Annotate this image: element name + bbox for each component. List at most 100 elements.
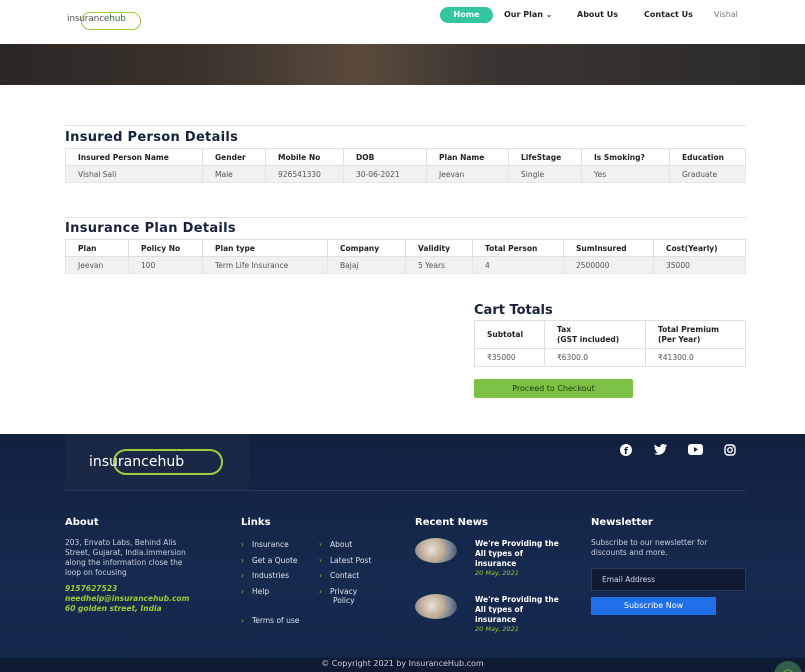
table-header: Gender xyxy=(202,148,266,166)
table-header: DOB xyxy=(343,148,427,166)
site-logo[interactable]: insurancehub xyxy=(67,12,141,30)
table-header: Education xyxy=(669,148,746,166)
footer-links-heading: Links xyxy=(241,517,271,528)
youtube-icon[interactable] xyxy=(680,444,710,462)
chevron-right-icon: › xyxy=(241,556,244,565)
chevron-right-icon: › xyxy=(241,540,244,549)
proceed-to-checkout-button[interactable]: Proceed to Checkout xyxy=(474,379,633,398)
footer-link-privacy-policy[interactable]: › Privacy Policy xyxy=(319,587,357,605)
footer-phone[interactable]: 9157627523 xyxy=(65,584,117,594)
table-cell: Term Life Insurance xyxy=(202,256,328,274)
footer-link-contact[interactable]: › Contact xyxy=(319,571,359,580)
subscribe-button[interactable]: Subscribe Now xyxy=(591,597,716,615)
footer-link-help[interactable]: › Help xyxy=(241,587,269,596)
footer-newsletter-heading: Newsletter xyxy=(591,517,653,528)
top-navbar: insurancehub Home Our Plan ⌄ About Us Co… xyxy=(0,0,805,44)
news-title[interactable]: We're Providing the All types of insuran… xyxy=(475,595,575,625)
table-cell: Yes xyxy=(581,165,670,183)
table-cell: 4 xyxy=(472,256,564,274)
footer-link-terms[interactable]: › Terms of use xyxy=(241,616,299,625)
footer-link-industries[interactable]: › Industries xyxy=(241,571,289,580)
twitter-icon[interactable] xyxy=(645,444,675,462)
footer-logo-box: insurancehub xyxy=(65,434,249,490)
section-divider xyxy=(65,217,746,218)
footer-news-heading: Recent News xyxy=(415,517,488,528)
table-cell: Graduate xyxy=(669,165,746,183)
table-cell: 100 xyxy=(128,256,203,274)
total-label: Total Premium xyxy=(658,324,719,334)
footer-divider xyxy=(65,490,746,491)
table-header: Mobile No xyxy=(265,148,344,166)
table-row: Jeevan 100 Term Life Insurance Bajaj 5 Y… xyxy=(65,256,746,274)
table-cell: 5 Years xyxy=(405,256,473,274)
tax-value: ₹6300.0 xyxy=(544,348,646,367)
table-cell: Single xyxy=(508,165,582,183)
table-header: Subtotal xyxy=(474,320,545,349)
chevron-right-icon: › xyxy=(241,571,244,580)
table-cell: Jeevan xyxy=(426,165,509,183)
table-header: Insured Person Name xyxy=(65,148,203,166)
logo-text: insurancehub xyxy=(67,14,126,24)
news-thumbnail[interactable] xyxy=(415,538,457,563)
site-footer: insurancehub f About 203, Envato Labs, B… xyxy=(0,434,805,672)
chevron-right-icon: › xyxy=(241,587,244,596)
table-header: Plan xyxy=(65,239,129,257)
footer-link-get-a-quote[interactable]: › Get a Quote xyxy=(241,556,298,565)
about-line: 203, Envato Labs, Behind Alis xyxy=(65,538,177,547)
table-header: Company xyxy=(327,239,406,257)
nav-our-plan-dropdown[interactable]: Our Plan ⌄ xyxy=(504,7,552,23)
footer-about-text: 203, Envato Labs, Behind Alis Street, Gu… xyxy=(65,538,186,578)
table-header: Validity xyxy=(405,239,473,257)
nav-contact-link[interactable]: Contact Us xyxy=(644,7,693,23)
nav-about-link[interactable]: About Us xyxy=(577,7,618,23)
table-header: Total Premium (Per Year) xyxy=(645,320,746,349)
instagram-icon[interactable] xyxy=(715,444,745,462)
table-header: Is Smoking? xyxy=(581,148,670,166)
footer-link-insurance[interactable]: › Insurance xyxy=(241,540,289,549)
chevron-up-icon: ︿ xyxy=(783,664,793,672)
facebook-icon[interactable]: f xyxy=(611,444,641,462)
table-cell: 30-06-2021 xyxy=(343,165,427,183)
table-header: LifeStage xyxy=(508,148,582,166)
table-header: Plan Name xyxy=(426,148,509,166)
table-cell: 35000 xyxy=(653,256,746,274)
table-header: Cost(Yearly) xyxy=(653,239,746,257)
tax-label: Tax xyxy=(557,324,572,334)
table-cell: Jeevan xyxy=(65,256,129,274)
about-line: loop on focusing xyxy=(65,568,127,577)
total-premium-value: ₹41300.0 xyxy=(645,348,746,367)
about-line: along the information close the xyxy=(65,558,183,567)
footer-logo[interactable]: insurancehub xyxy=(89,449,223,475)
section-divider xyxy=(65,125,746,126)
plan-details-table: Plan Policy No Plan type Company Validit… xyxy=(65,239,746,274)
total-label-sub: (Per Year) xyxy=(658,334,701,344)
footer-logo-text: insurancehub xyxy=(89,454,185,470)
chevron-right-icon: › xyxy=(319,556,322,565)
table-cell: 2500000 xyxy=(563,256,654,274)
newsletter-text: Subscribe to our newsletter for discount… xyxy=(591,538,708,557)
nav-our-plan-label: Our Plan xyxy=(504,10,543,19)
chevron-right-icon: › xyxy=(319,587,322,596)
footer-link-latest-post[interactable]: › Latest Post xyxy=(319,556,371,565)
footer-email[interactable]: needhelp@insurancehub.com xyxy=(65,594,189,604)
nav-user-name[interactable]: Vishal xyxy=(714,7,738,23)
cart-totals-title: Cart Totals xyxy=(474,303,553,318)
chevron-right-icon: › xyxy=(319,571,322,580)
newsletter-email-input[interactable]: Email Address xyxy=(591,568,746,591)
insured-details-table: Insured Person Name Gender Mobile No DOB… xyxy=(65,148,746,183)
news-thumbnail[interactable] xyxy=(415,594,457,619)
table-row: ₹35000 ₹6300.0 ₹41300.0 xyxy=(474,348,746,367)
table-cell: Bajaj xyxy=(327,256,406,274)
news-date: 20 May, 2021 xyxy=(475,625,519,633)
tax-label-sub: (GST included) xyxy=(557,334,620,344)
nav-home-link[interactable]: Home xyxy=(440,7,493,23)
footer-address: 60 golden street, India xyxy=(65,604,162,613)
svg-text:f: f xyxy=(624,447,628,456)
table-row: Vishal Sali Male 926541330 30-06-2021 Je… xyxy=(65,165,746,183)
chevron-right-icon: › xyxy=(319,540,322,549)
footer-link-about[interactable]: › About xyxy=(319,540,352,549)
copyright-text: © Copyright 2021 by InsuranceHub.com xyxy=(321,659,484,668)
table-header: Tax (GST included) xyxy=(544,320,646,349)
news-title[interactable]: We're Providing the All types of insuran… xyxy=(475,539,575,569)
table-header: Total Person xyxy=(472,239,564,257)
